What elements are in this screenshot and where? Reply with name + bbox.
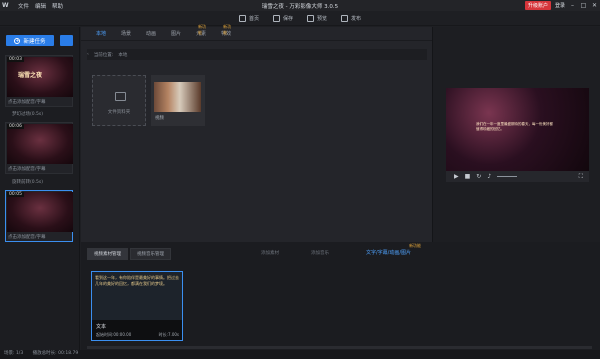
volume-icon[interactable]: ♪ xyxy=(487,173,491,180)
preview-button[interactable]: 预览 xyxy=(307,14,328,22)
stop-icon[interactable]: ■ xyxy=(465,173,471,180)
scene-thumbnail xyxy=(7,124,73,164)
timeline-scrollbar[interactable] xyxy=(87,346,592,349)
upgrade-button[interactable]: 升级账户 xyxy=(524,1,551,10)
scene-caption-button[interactable]: 点击添加配音/字幕 xyxy=(8,234,46,240)
tab-label: 动画 xyxy=(146,31,157,37)
track-text: 看到这一年，有你陪伴是最美好的事情。把过去几年的美好的回忆，都满在我们的梦境。 xyxy=(95,275,179,286)
import-folder-button[interactable]: 文件资料夹 xyxy=(92,75,146,126)
new-badge: 新功能 xyxy=(198,24,207,35)
home-label: 首页 xyxy=(248,15,259,22)
scene-thumbnail xyxy=(7,192,73,232)
scene-duration: 00:03 xyxy=(7,57,24,62)
play-icon[interactable]: ▶ xyxy=(454,173,459,180)
title-bar: W 文件 编辑 帮助 瑞雪之夜 - 万彩影像大师 3.0.5 升级账户 登录 –… xyxy=(0,0,600,11)
volume-slider[interactable] xyxy=(497,176,518,177)
scene-caption-button[interactable]: 点击添加配音/字幕 xyxy=(8,166,46,172)
home-button[interactable]: 首页 xyxy=(238,14,259,22)
add-text-label: 文字/字幕/动画/图片 xyxy=(366,250,412,256)
menu-edit[interactable]: 编辑 xyxy=(35,2,46,10)
preview-panel: 我们在一年一度里最盛期待的春天，每一份美好都值得珍藏的回忆。 ▶ ■ ↻ ♪ ⛶ xyxy=(433,27,600,242)
preview-icon xyxy=(307,14,314,22)
preview-caption: 我们在一年一度里最盛期待的春天，每一份美好都值得珍藏的回忆。 xyxy=(476,122,553,131)
login-button[interactable]: 登录 xyxy=(555,2,565,9)
scene-clip-1[interactable]: 00:03 瑞雪之夜 点击添加配音/字幕 xyxy=(5,55,73,107)
publish-icon xyxy=(341,14,349,22)
main-toolbar: 首页 保存 预览 发布 xyxy=(0,11,600,26)
tab-element[interactable]: 新功能 元素 xyxy=(196,24,206,37)
app-logo-icon: W xyxy=(2,2,9,9)
location-value: 本地 xyxy=(118,52,128,58)
save-button[interactable]: 保存 xyxy=(272,14,293,22)
replay-icon[interactable]: ↻ xyxy=(476,173,481,180)
media-item-video[interactable]: 视频 xyxy=(151,75,205,126)
window-title: 瑞雪之夜 - 万彩影像大师 3.0.5 xyxy=(261,4,339,10)
scene-caption-button[interactable]: 点击添加配音/字幕 xyxy=(8,99,46,105)
folder-icon[interactable] xyxy=(60,35,73,46)
transition-label[interactable]: 梦幻过场(0.5s) xyxy=(12,111,43,117)
track-start-time: 起始时间:00:00.00 xyxy=(96,332,132,337)
new-badge: 新功能 xyxy=(223,24,232,35)
media-item-label: 视频 xyxy=(155,116,164,121)
import-label: 文件资料夹 xyxy=(107,110,131,115)
home-icon xyxy=(238,14,246,22)
library-tabs: 本地 场景 动画 图片 新功能 元素 新功能 特效 xyxy=(81,24,433,41)
tab-video-material[interactable]: 视频素材管理 xyxy=(87,248,128,260)
video-thumbnail xyxy=(154,82,201,112)
scene-count: 场景: 1/3 xyxy=(4,351,24,356)
folder-add-icon xyxy=(115,92,126,101)
player-controls: ▶ ■ ↻ ♪ ⛶ xyxy=(446,171,589,182)
timeline-tabs: 视频素材管理 视频音乐管理 xyxy=(87,248,171,260)
video-preview: 我们在一年一度里最盛期待的春天，每一份美好都值得珍藏的回忆。 xyxy=(446,88,589,171)
fullscreen-icon[interactable]: ⛶ xyxy=(579,173,583,181)
minimize-icon[interactable]: – xyxy=(569,2,576,9)
location-label: 当前位置: xyxy=(93,52,114,58)
new-task-label: 新建任务 xyxy=(23,38,46,45)
tab-label: 本地 xyxy=(96,31,107,37)
text-track-item[interactable]: 看到这一年，有你陪伴是最美好的事情。把过去几年的美好的回忆，都满在我们的梦境。 … xyxy=(91,271,183,341)
plus-icon: + xyxy=(14,37,21,44)
preview-label: 预览 xyxy=(317,15,328,22)
track-name: 文本 xyxy=(96,324,107,330)
tab-label: 场景 xyxy=(121,31,132,37)
save-label: 保存 xyxy=(282,15,293,22)
new-badge: 新功能 xyxy=(409,243,422,248)
scene-panel: + 新建任务 00:03 瑞雪之夜 点击添加配音/字幕 梦幻过场(0.5s) 0… xyxy=(0,27,80,359)
track-footer: 文本 起始时间:00:00.00 时长:7.00s xyxy=(92,320,182,340)
total-duration: 播放总时长: 00:18.79 xyxy=(32,351,79,356)
add-text-button[interactable]: 文字/字幕/动画/图片 新功能 xyxy=(366,243,421,256)
new-task-button[interactable]: + 新建任务 xyxy=(6,35,54,46)
track-duration: 时长:7.00s xyxy=(158,332,179,337)
tab-label: 图片 xyxy=(171,31,182,37)
menu-file[interactable]: 文件 xyxy=(18,2,29,10)
publish-button[interactable]: 发布 xyxy=(341,14,362,22)
add-material-button[interactable]: 添加素材 xyxy=(261,250,279,256)
location-bar: ‹ 当前位置: 本地 xyxy=(87,49,427,60)
media-library: 本地 场景 动画 图片 新功能 元素 新功能 特效 ‹ 当前位置: 本地 文件资料夹… xyxy=(81,24,433,242)
scene-clip-2[interactable]: 00:06 点击添加配音/字幕 xyxy=(5,122,73,174)
back-icon[interactable]: ‹ xyxy=(87,52,89,57)
tab-animation[interactable]: 动画 xyxy=(146,30,156,37)
scene-duration: 00:05 xyxy=(7,192,24,197)
save-icon xyxy=(272,14,280,22)
scene-clip-3[interactable]: 00:05 点击添加配音/字幕 xyxy=(5,190,73,242)
close-icon[interactable]: ✕ xyxy=(591,2,598,9)
tab-local[interactable]: 本地 xyxy=(96,30,106,37)
tab-effect[interactable]: 新功能 特效 xyxy=(221,24,231,37)
tab-image[interactable]: 图片 xyxy=(171,30,181,37)
timeline-panel: 视频素材管理 视频音乐管理 添加素材 添加音乐 文字/字幕/动画/图片 新功能 … xyxy=(81,242,600,352)
tab-video-music[interactable]: 视频音乐管理 xyxy=(130,248,171,260)
tab-scene[interactable]: 场景 xyxy=(121,30,131,37)
add-music-button[interactable]: 添加音乐 xyxy=(311,250,329,256)
scene-duration: 00:06 xyxy=(7,124,24,129)
publish-label: 发布 xyxy=(351,15,362,22)
scene-title: 瑞雪之夜 xyxy=(18,72,43,79)
maximize-icon[interactable]: □ xyxy=(580,2,587,9)
transition-label[interactable]: 旋转前转(0.5s) xyxy=(12,179,43,185)
status-bar: 场景: 1/3 播放总时长: 00:18.79 xyxy=(0,350,600,359)
menu-help[interactable]: 帮助 xyxy=(52,2,63,10)
